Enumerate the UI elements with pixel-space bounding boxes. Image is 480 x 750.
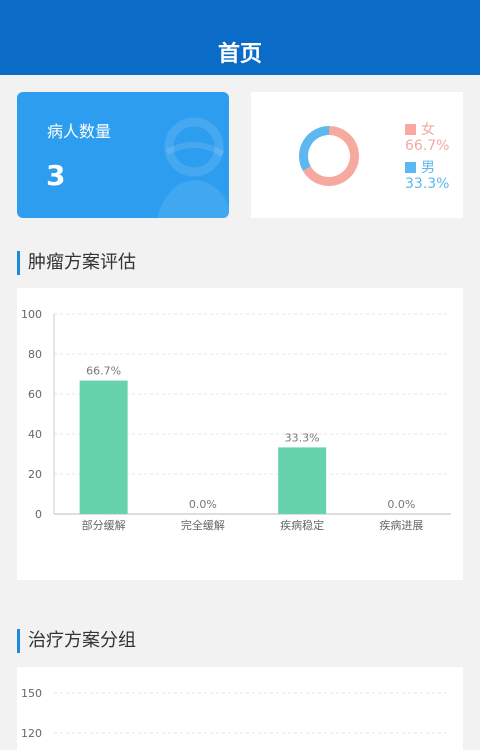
bar-value-label: 33.3% [285, 431, 320, 444]
y-tick-label: 120 [21, 727, 42, 740]
x-tick-label: 部分缓解 [82, 518, 126, 532]
section-title-tumor: 肿瘤方案评估 [17, 251, 136, 275]
section-title-treatment: 治疗方案分组 [17, 629, 136, 653]
patient-silhouette-icon [157, 117, 229, 218]
y-tick-label: 150 [21, 687, 42, 700]
gender-donut-chart [299, 126, 359, 186]
bar-value-label: 66.7% [86, 365, 121, 378]
bar-value-label: 0.0% [189, 498, 217, 511]
legend-female-label: 女 [421, 122, 435, 138]
bar-0[interactable] [79, 380, 128, 514]
patient-count-label: 病人数量 [47, 122, 112, 141]
x-tick-label: 疾病进展 [379, 518, 423, 532]
legend-male-label: 男 [421, 160, 435, 176]
legend-male: 男 [405, 157, 435, 177]
treatment-group-chart: 120 150 [21, 687, 451, 740]
legend-male-swatch [405, 162, 416, 173]
y-tick-label: 80 [28, 348, 42, 361]
app-header: 首页 [0, 0, 480, 75]
legend-female-swatch [405, 124, 416, 135]
bar-2[interactable] [278, 447, 327, 514]
donut-slice-1 [299, 126, 330, 171]
page-title: 首页 [217, 42, 262, 67]
y-tick-label: 0 [35, 508, 42, 521]
x-tick-label: 完全缓解 [181, 518, 225, 532]
tumor-assessment-chart: 0 20 40 60 80 100 66.7% 部分缓解 0.0% 完全缓解 33.3% 疾病稳定 0.… [21, 308, 451, 532]
bar-value-label: 0.0% [387, 498, 415, 511]
y-tick-label: 20 [28, 468, 42, 481]
legend-female: 女 [405, 119, 435, 139]
y-tick-label: 100 [21, 308, 42, 321]
patient-count-value: 3 [46, 159, 66, 192]
patient-count-card[interactable]: 病人数量 3 [17, 92, 229, 218]
y-tick-label: 60 [28, 388, 42, 401]
treatment-chart-card: 120 150 [17, 667, 463, 750]
y-tick-label: 40 [28, 428, 42, 441]
legend-male-percent: 33.3% [405, 176, 450, 192]
gender-card: 女 66.7% 男 33.3% [251, 92, 463, 218]
tumor-chart-card: 0 20 40 60 80 100 66.7% 部分缓解 0.0% 完全缓解 33.3% 疾病稳定 0.… [17, 288, 463, 580]
legend-female-percent: 66.7% [405, 138, 450, 154]
x-tick-label: 疾病稳定 [280, 518, 324, 532]
